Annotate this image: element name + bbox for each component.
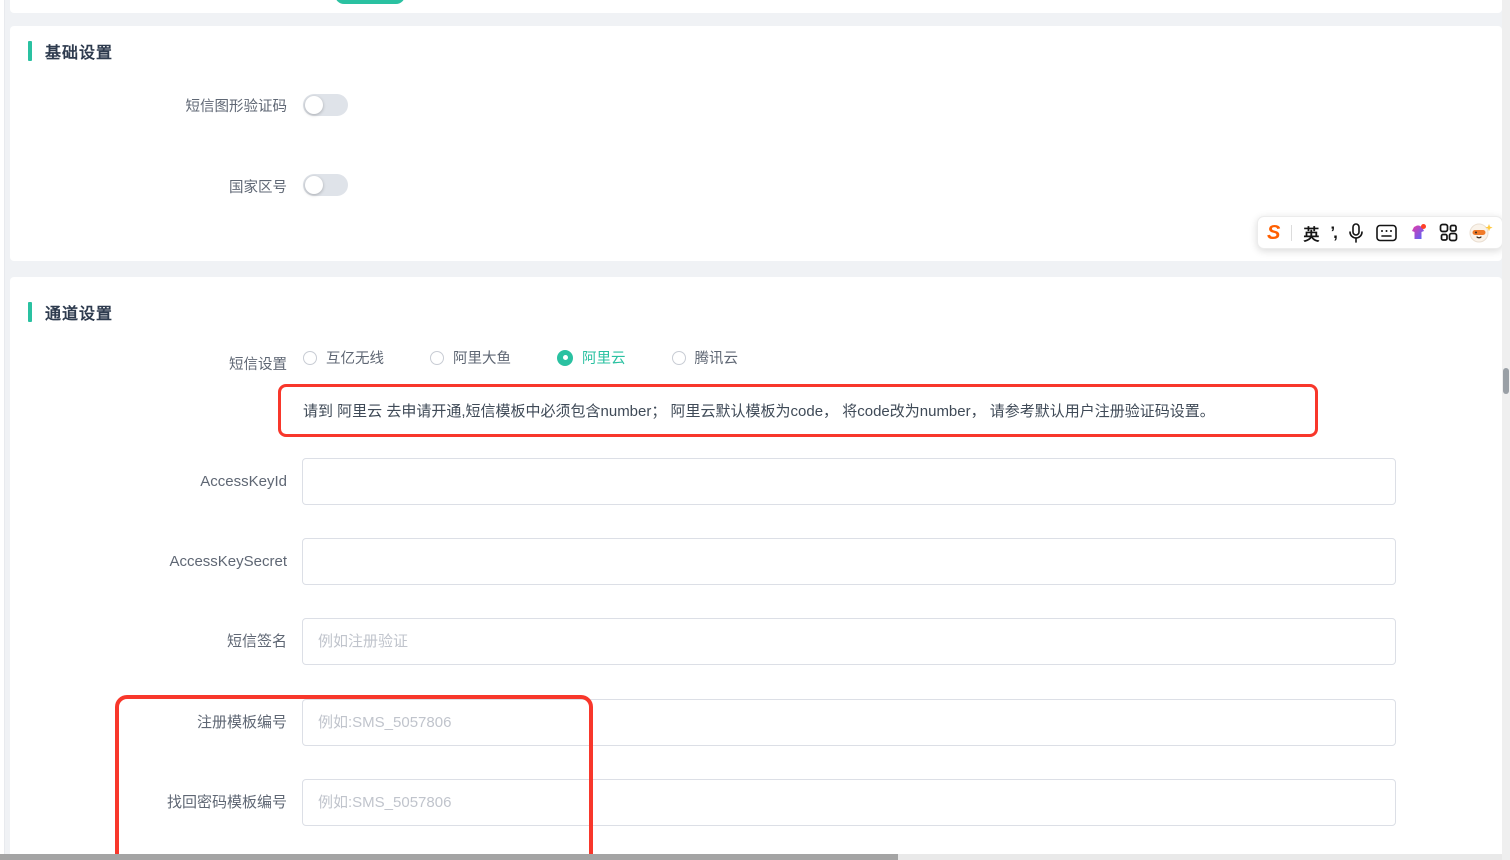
channel-settings-title: 通道设置 — [28, 300, 113, 324]
radio-circle-checked-icon — [557, 350, 573, 366]
sms-signature-label: 短信签名 — [80, 618, 287, 665]
accesskeyid-row: AccessKeyId — [80, 458, 1406, 505]
register-template-row: 注册模板编号 — [80, 699, 1406, 746]
punctuation-mode-icon[interactable]: ’, — [1330, 221, 1335, 245]
sms-setting-label: 短信设置 — [80, 353, 287, 374]
radio-tencent-cloud[interactable]: 腾讯云 — [672, 347, 739, 368]
ime-divider — [1291, 225, 1292, 241]
section-title-text: 通道设置 — [45, 300, 113, 324]
settings-page: 基础设置 短信图形验证码 国家区号 通道设置 短信设置 互亿无线 阿里大鱼 — [0, 0, 1510, 860]
previous-card-bottom — [10, 0, 1502, 13]
sms-captcha-switch[interactable] — [303, 94, 348, 116]
aliyun-notice-text: 请到 阿里云 去申请开通,短信模板中必须包含number； 阿里云默认模板为co… — [303, 400, 1215, 421]
country-code-switch[interactable] — [303, 174, 348, 196]
horizontal-scrollbar-thumb[interactable] — [0, 854, 898, 860]
switch-knob — [305, 96, 323, 114]
accesskeysecret-input[interactable] — [302, 538, 1396, 585]
section-bar — [28, 41, 32, 61]
horizontal-scrollbar-track[interactable] — [0, 854, 1502, 860]
collapsed-sidebar-edge — [0, 0, 5, 860]
keyboard-icon[interactable] — [1376, 221, 1397, 245]
radio-circle-icon — [430, 351, 444, 365]
microphone-icon[interactable] — [1347, 221, 1365, 245]
channel-settings-card: 通道设置 短信设置 互亿无线 阿里大鱼 阿里云 腾讯云 请到 阿里云 去申请开通… — [10, 277, 1502, 860]
radio-aliyun[interactable]: 阿里云 — [557, 347, 626, 368]
toolbox-grid-icon[interactable] — [1439, 221, 1458, 245]
lang-mode-indicator[interactable]: 英 — [1303, 221, 1319, 245]
sogou-logo-icon[interactable]: S — [1267, 221, 1280, 245]
sms-captcha-label: 短信图形验证码 — [80, 95, 287, 116]
ai-assistant-icon[interactable] — [1469, 221, 1493, 245]
reset-password-template-row: 找回密码模板编号 — [80, 779, 1406, 826]
skin-icon[interactable] — [1408, 221, 1428, 245]
accesskeyid-input[interactable] — [302, 458, 1396, 505]
sms-signature-row: 短信签名 — [80, 618, 1406, 665]
section-bar — [28, 302, 32, 322]
vertical-scrollbar-thumb[interactable] — [1503, 368, 1509, 394]
country-code-label: 国家区号 — [80, 176, 287, 197]
radio-huyi-wuxian[interactable]: 互亿无线 — [303, 347, 384, 368]
accesskeysecret-row: AccessKeySecret — [80, 538, 1406, 585]
accesskeyid-label: AccessKeyId — [80, 458, 287, 505]
reset-password-template-input[interactable] — [302, 779, 1396, 826]
radio-ali-dayu[interactable]: 阿里大鱼 — [430, 347, 511, 368]
radio-label: 阿里大鱼 — [453, 347, 511, 368]
sms-provider-radio-group: 互亿无线 阿里大鱼 阿里云 腾讯云 — [303, 347, 738, 368]
reset-password-template-label: 找回密码模板编号 — [80, 779, 287, 826]
aliyun-notice-annotation-box: 请到 阿里云 去申请开通,短信模板中必须包含number； 阿里云默认模板为co… — [278, 384, 1318, 437]
radio-circle-icon — [672, 351, 686, 365]
switch-knob — [305, 176, 323, 194]
register-template-label: 注册模板编号 — [80, 699, 287, 746]
save-button-partial[interactable] — [335, 0, 405, 4]
radio-circle-icon — [303, 351, 317, 365]
section-title-text: 基础设置 — [45, 39, 113, 63]
basic-settings-title: 基础设置 — [28, 39, 113, 63]
radio-label: 腾讯云 — [695, 347, 739, 368]
accesskeysecret-label: AccessKeySecret — [80, 538, 287, 585]
ime-toolbar: S 英 ’, — [1257, 216, 1503, 249]
radio-label: 互亿无线 — [326, 347, 384, 368]
radio-label: 阿里云 — [582, 347, 626, 368]
vertical-scrollbar-track[interactable] — [1502, 0, 1510, 860]
sms-signature-input[interactable] — [302, 618, 1396, 665]
register-template-input[interactable] — [302, 699, 1396, 746]
